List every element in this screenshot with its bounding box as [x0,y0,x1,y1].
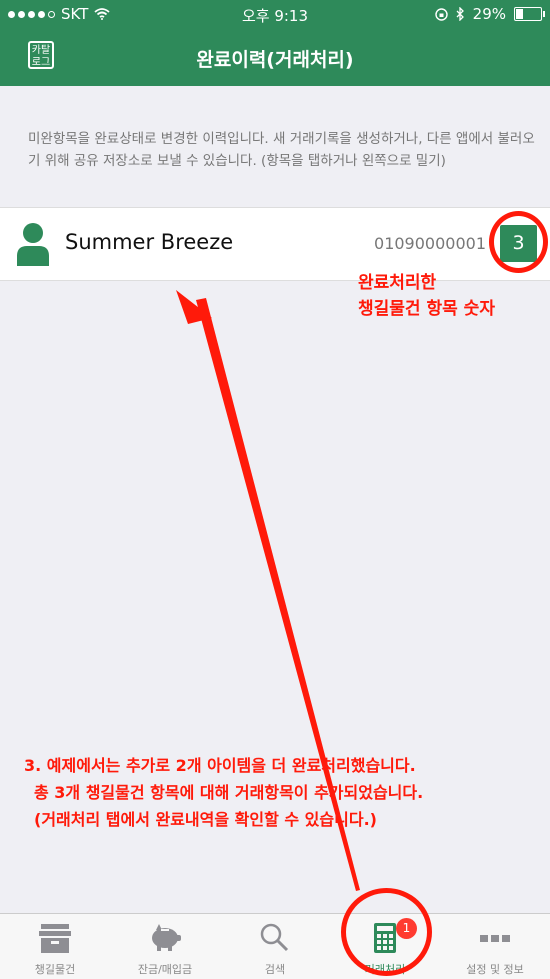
main-annotation: 3. 예제에서는 추가로 2개 아이템을 더 완료처리했습니다. 총 3개 챙길… [24,756,424,829]
annotation-circle [341,888,432,976]
contact-name: Summer Breeze [65,230,234,254]
annotation-circle [489,211,548,273]
contact-phone: 01090000001 [374,234,486,253]
tab-label: 챙길물건 [34,963,76,976]
battery-icon [514,7,545,21]
tab-search[interactable]: 검색 [220,914,330,979]
tab-packing-list[interactable]: 챙길물건 [0,914,110,979]
page-description: 미완항목을 완료상태로 변경한 이력입니다. 새 거래기록을 생성하거나, 다른… [28,131,535,169]
more-icon [480,935,510,942]
status-bar: SKT 오후 9:13 29% [0,0,550,28]
tab-label: 설정 및 정보 [466,963,524,976]
tab-settings[interactable]: 설정 및 정보 [440,914,550,979]
box-icon [39,924,71,953]
person-icon [17,223,49,266]
search-icon [260,923,289,952]
tab-bar: 챙길물건 잔금/매입금 검색 거래처리 설정 및 정보 [0,913,550,979]
bluetooth-icon [456,7,464,21]
page-title: 완료이력(거래처리) [196,49,354,71]
count-annotation: 완료처리한 챙길물건 항목 숫자 [358,273,495,319]
battery-percent: 29% [472,5,506,23]
tab-label: 잔금/매입금 [137,963,193,976]
tab-balance[interactable]: 잔금/매입금 [110,914,220,979]
tab-label: 검색 [264,963,286,976]
nav-bar: 카탈로그 완료이력(거래처리) [0,28,550,86]
piggy-bank-icon [152,924,181,951]
orientation-lock-icon [434,7,448,21]
